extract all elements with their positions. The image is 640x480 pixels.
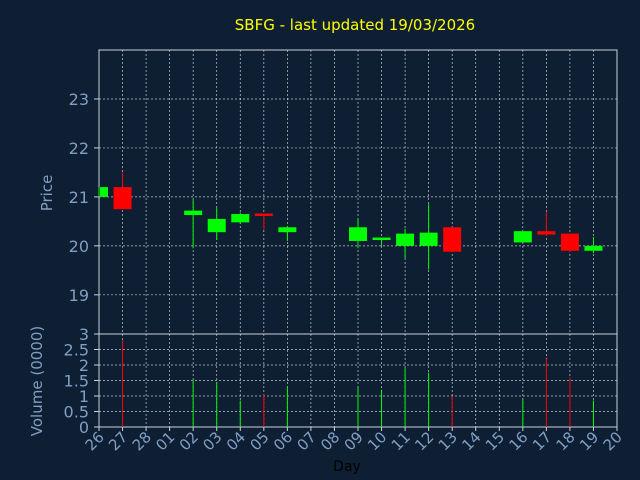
candle-body xyxy=(100,187,108,197)
candle-body xyxy=(584,245,603,251)
candle-body xyxy=(513,231,532,243)
price-panel: 19 20 21 22 23 Price xyxy=(38,49,618,335)
x-tick-label: 10 xyxy=(364,428,390,454)
candle-body xyxy=(349,227,367,241)
volume-y-ticks: 00.511.522.53 xyxy=(64,325,99,437)
candle-body xyxy=(537,231,556,235)
candle-body xyxy=(396,233,415,246)
chart-title: SBFG - last updated 19/03/2026 xyxy=(235,16,475,34)
x-tick-label: 18 xyxy=(553,428,579,454)
stock-chart: SBFG - last updated 19/03/2026 192021222… xyxy=(28,16,626,475)
candle-body xyxy=(113,187,132,210)
candle-body xyxy=(443,227,462,252)
candle-body xyxy=(207,218,226,233)
price-candles xyxy=(98,172,603,270)
x-tick-label: 04 xyxy=(223,428,249,454)
x-tick-label: 13 xyxy=(435,428,461,454)
price-y-tick-label: 23 xyxy=(69,90,89,109)
x-tick-label: 03 xyxy=(199,428,225,454)
volume-y-tick-label: 3 xyxy=(79,325,89,344)
x-tick-label: 01 xyxy=(152,428,178,454)
price-y-tick-label: 19 xyxy=(69,286,89,305)
x-axis-label: Day xyxy=(333,459,361,475)
x-tick-label: 14 xyxy=(458,428,484,454)
price-y-tick-label: 21 xyxy=(69,188,89,207)
x-tick-label: 15 xyxy=(482,428,508,454)
x-tick-label: 07 xyxy=(294,428,320,454)
volume-panel: 00.511.522.53 Volume (0000) xyxy=(28,325,618,437)
candle-body xyxy=(372,237,391,240)
x-tick-label: 19 xyxy=(576,428,602,454)
volume-axis-label: Volume (0000) xyxy=(28,326,46,436)
x-tick-label: 16 xyxy=(505,428,531,454)
x-tick-label: 17 xyxy=(529,428,555,454)
x-tick-label: 06 xyxy=(270,428,296,454)
x-tick-label: 09 xyxy=(341,428,367,454)
candle-body xyxy=(231,214,250,223)
price-y-tick-label: 20 xyxy=(69,237,89,256)
x-tick-label: 27 xyxy=(105,428,131,454)
x-tick-label: 02 xyxy=(176,428,202,454)
candle-body xyxy=(278,227,297,233)
x-tick-label: 20 xyxy=(600,428,626,454)
candle-body xyxy=(254,213,273,216)
price-y-ticks: 19 20 21 22 23 xyxy=(69,90,99,305)
price-y-tick-label: 22 xyxy=(69,139,89,158)
price-axis-label: Price xyxy=(38,175,56,212)
x-axis-ticks: 2627280102030405060708091011121314151617… xyxy=(82,427,626,454)
x-tick-label: 12 xyxy=(411,428,437,454)
candle-body xyxy=(560,233,579,251)
x-tick-label: 08 xyxy=(317,428,343,454)
x-tick-label: 05 xyxy=(246,428,272,454)
x-tick-label: 28 xyxy=(129,428,155,454)
x-tick-label: 11 xyxy=(388,428,414,454)
candle-body xyxy=(419,232,438,246)
candle-body xyxy=(184,210,203,216)
price-gridlines xyxy=(99,50,617,334)
